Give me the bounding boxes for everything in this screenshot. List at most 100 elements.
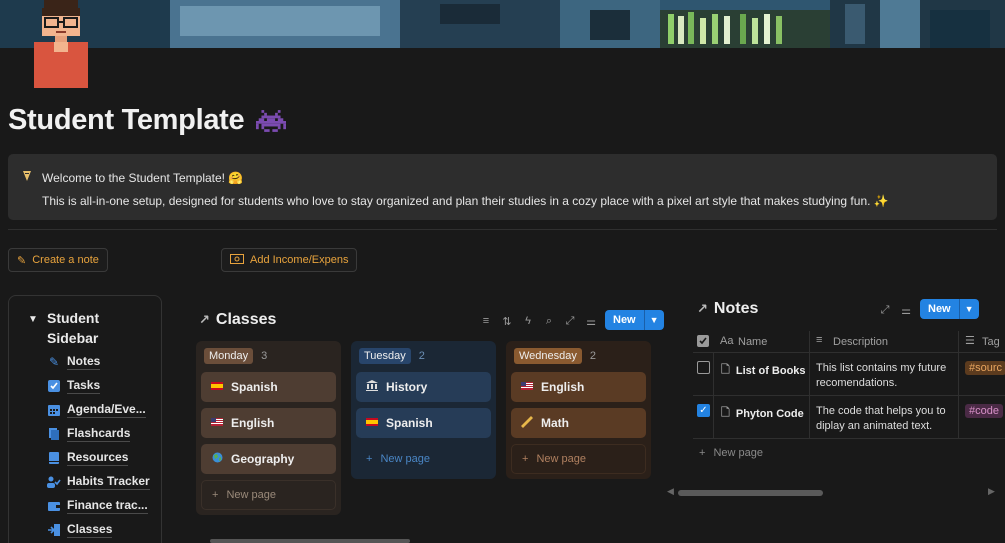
enter-icon bbox=[47, 523, 61, 537]
page-icon: 🗋 bbox=[721, 407, 730, 419]
card-label: Spanish bbox=[386, 416, 433, 430]
column-header: Monday 3 bbox=[204, 348, 267, 364]
new-page-label: New page bbox=[713, 447, 763, 459]
row-name[interactable]: 🗋 List of Books bbox=[721, 361, 806, 380]
classes-new-button[interactable]: New ▼ bbox=[605, 310, 664, 330]
column-count: 3 bbox=[261, 350, 268, 362]
new-page-button[interactable]: + New page bbox=[356, 444, 491, 474]
sidebar-item-classes[interactable]: Classes bbox=[47, 520, 113, 540]
add-income-button[interactable]: Add Income/Expens bbox=[221, 248, 358, 272]
column-header-description[interactable]: Description bbox=[833, 336, 888, 348]
add-income-label: Add Income/Expens bbox=[250, 254, 349, 266]
classes-title-text: Classes bbox=[215, 311, 277, 328]
column-header: Tuesday 2 bbox=[359, 348, 425, 364]
person-check-icon bbox=[47, 475, 61, 489]
scroll-right-icon[interactable]: ▶ bbox=[988, 486, 995, 497]
arrow-up-right-icon: ↗ bbox=[697, 301, 708, 316]
row-description: The code that helps you to diplay an ani… bbox=[816, 405, 946, 432]
row-checkbox[interactable]: ✓ bbox=[697, 404, 710, 417]
sidebar-item-label: Habits Tracker bbox=[67, 474, 150, 490]
book-icon bbox=[47, 451, 61, 465]
filter-icon[interactable]: ≡ bbox=[480, 315, 492, 327]
row-checkbox[interactable] bbox=[697, 361, 710, 374]
classes-title[interactable]: ↗ Classes bbox=[199, 311, 276, 329]
search-icon[interactable]: ⌕ bbox=[543, 315, 555, 328]
board-column-wednesday: Wednesday 2 English Math + New page bbox=[506, 341, 651, 479]
sidebar-item-label: Tasks bbox=[67, 378, 101, 394]
page-icon: 🗋 bbox=[721, 364, 730, 376]
spain-flag-icon bbox=[366, 417, 378, 429]
text-type-icon: Aa bbox=[720, 335, 734, 347]
classes-toolbar: ≡ ⇅ ϟ ⌕ ⤢ ⚌ bbox=[480, 311, 597, 331]
page-title-text: Student Template bbox=[8, 104, 245, 136]
card-spanish[interactable]: Spanish bbox=[201, 372, 336, 402]
create-note-button[interactable]: ✎ Create a note bbox=[8, 248, 108, 272]
sidebar-item-flashcards[interactable]: Flashcards bbox=[47, 424, 131, 444]
classes-scrollbar[interactable] bbox=[210, 539, 410, 543]
plus-icon: + bbox=[522, 453, 529, 465]
calendar-icon bbox=[47, 403, 61, 417]
bulb-icon bbox=[22, 170, 32, 185]
notes-new-page-button[interactable]: + New page bbox=[699, 447, 763, 459]
lightning-icon[interactable]: ϟ bbox=[522, 315, 534, 327]
card-spanish[interactable]: Spanish bbox=[356, 408, 491, 438]
sidebar-item-label: Finance trac... bbox=[67, 498, 148, 514]
museum-icon bbox=[366, 380, 378, 394]
new-page-button[interactable]: + New page bbox=[201, 480, 336, 510]
new-page-button[interactable]: + New page bbox=[511, 444, 646, 474]
row-name[interactable]: 🗋 Phyton Code bbox=[721, 404, 804, 423]
row-name-text: Phyton Code bbox=[735, 407, 804, 420]
create-note-label: Create a note bbox=[32, 254, 99, 266]
row-tag: #sourc bbox=[965, 361, 1005, 375]
column-header-name[interactable]: Name bbox=[738, 336, 767, 348]
column-count: 2 bbox=[589, 350, 597, 362]
checkbox-icon bbox=[47, 379, 61, 393]
notes-new-button[interactable]: New ▼ bbox=[920, 299, 979, 319]
scroll-left-icon[interactable]: ◀ bbox=[667, 486, 674, 497]
horizontal-scrollbar[interactable] bbox=[678, 490, 823, 496]
callout-line-2: This is all-in-one setup, designed for s… bbox=[42, 194, 889, 208]
chevron-down-icon[interactable]: ▼ bbox=[958, 299, 979, 319]
globe-icon bbox=[211, 452, 223, 466]
pencil-icon: ✎ bbox=[48, 355, 60, 369]
chevron-down-icon[interactable]: ▼ bbox=[643, 310, 664, 330]
new-page-label: New page bbox=[536, 453, 586, 465]
sidebar-heading: Student Sidebar bbox=[47, 310, 100, 346]
sidebar-item-tasks[interactable]: Tasks bbox=[47, 376, 101, 396]
card-english[interactable]: English bbox=[201, 408, 336, 438]
expand-icon[interactable]: ⤢ bbox=[564, 315, 576, 328]
card-math[interactable]: Math bbox=[511, 408, 646, 438]
card-geography[interactable]: Geography bbox=[201, 444, 336, 474]
sidebar-item-resources[interactable]: Resources bbox=[47, 448, 129, 468]
card-english[interactable]: English bbox=[511, 372, 646, 402]
card-label: Geography bbox=[231, 452, 295, 466]
row-description: This list contains my future recomendati… bbox=[816, 362, 947, 389]
column-header-tag[interactable]: Tag bbox=[982, 336, 1000, 348]
settings-icon[interactable]: ⚌ bbox=[900, 304, 912, 317]
column-divider bbox=[713, 353, 714, 439]
sidebar-item-notes[interactable]: ✎ Notes bbox=[47, 352, 101, 372]
us-flag-icon bbox=[521, 381, 533, 393]
space-invader-icon bbox=[256, 110, 287, 133]
sidebar-item-label: Resources bbox=[67, 450, 129, 466]
new-page-label: New page bbox=[226, 489, 276, 501]
sidebar-item-finance[interactable]: Finance trac... bbox=[47, 496, 148, 516]
expand-icon[interactable]: ⤢ bbox=[879, 304, 891, 317]
callout-line-1: Welcome to the Student Template! 🤗 bbox=[42, 171, 244, 185]
sidebar-item-label: Flashcards bbox=[67, 426, 131, 442]
notes-title[interactable]: ↗ Notes bbox=[697, 300, 758, 318]
card-label: History bbox=[386, 380, 428, 394]
settings-icon[interactable]: ⚌ bbox=[585, 315, 597, 328]
sidebar-item-agenda[interactable]: Agenda/Eve... bbox=[47, 400, 146, 420]
board-column-tuesday: Tuesday 2 History Spanish + New page bbox=[351, 341, 496, 479]
plus-icon: + bbox=[212, 489, 219, 501]
ruler-icon bbox=[521, 415, 533, 431]
card-history[interactable]: History bbox=[356, 372, 491, 402]
sort-icon[interactable]: ⇅ bbox=[501, 315, 513, 328]
new-page-label: New page bbox=[380, 453, 430, 465]
us-flag-icon bbox=[211, 417, 223, 429]
cover-banner bbox=[0, 0, 1005, 48]
sidebar-item-habits[interactable]: Habits Tracker bbox=[47, 472, 150, 492]
select-all-checkbox[interactable] bbox=[697, 335, 709, 350]
sidebar-toggle[interactable]: ▼ Student Sidebar bbox=[28, 308, 127, 348]
